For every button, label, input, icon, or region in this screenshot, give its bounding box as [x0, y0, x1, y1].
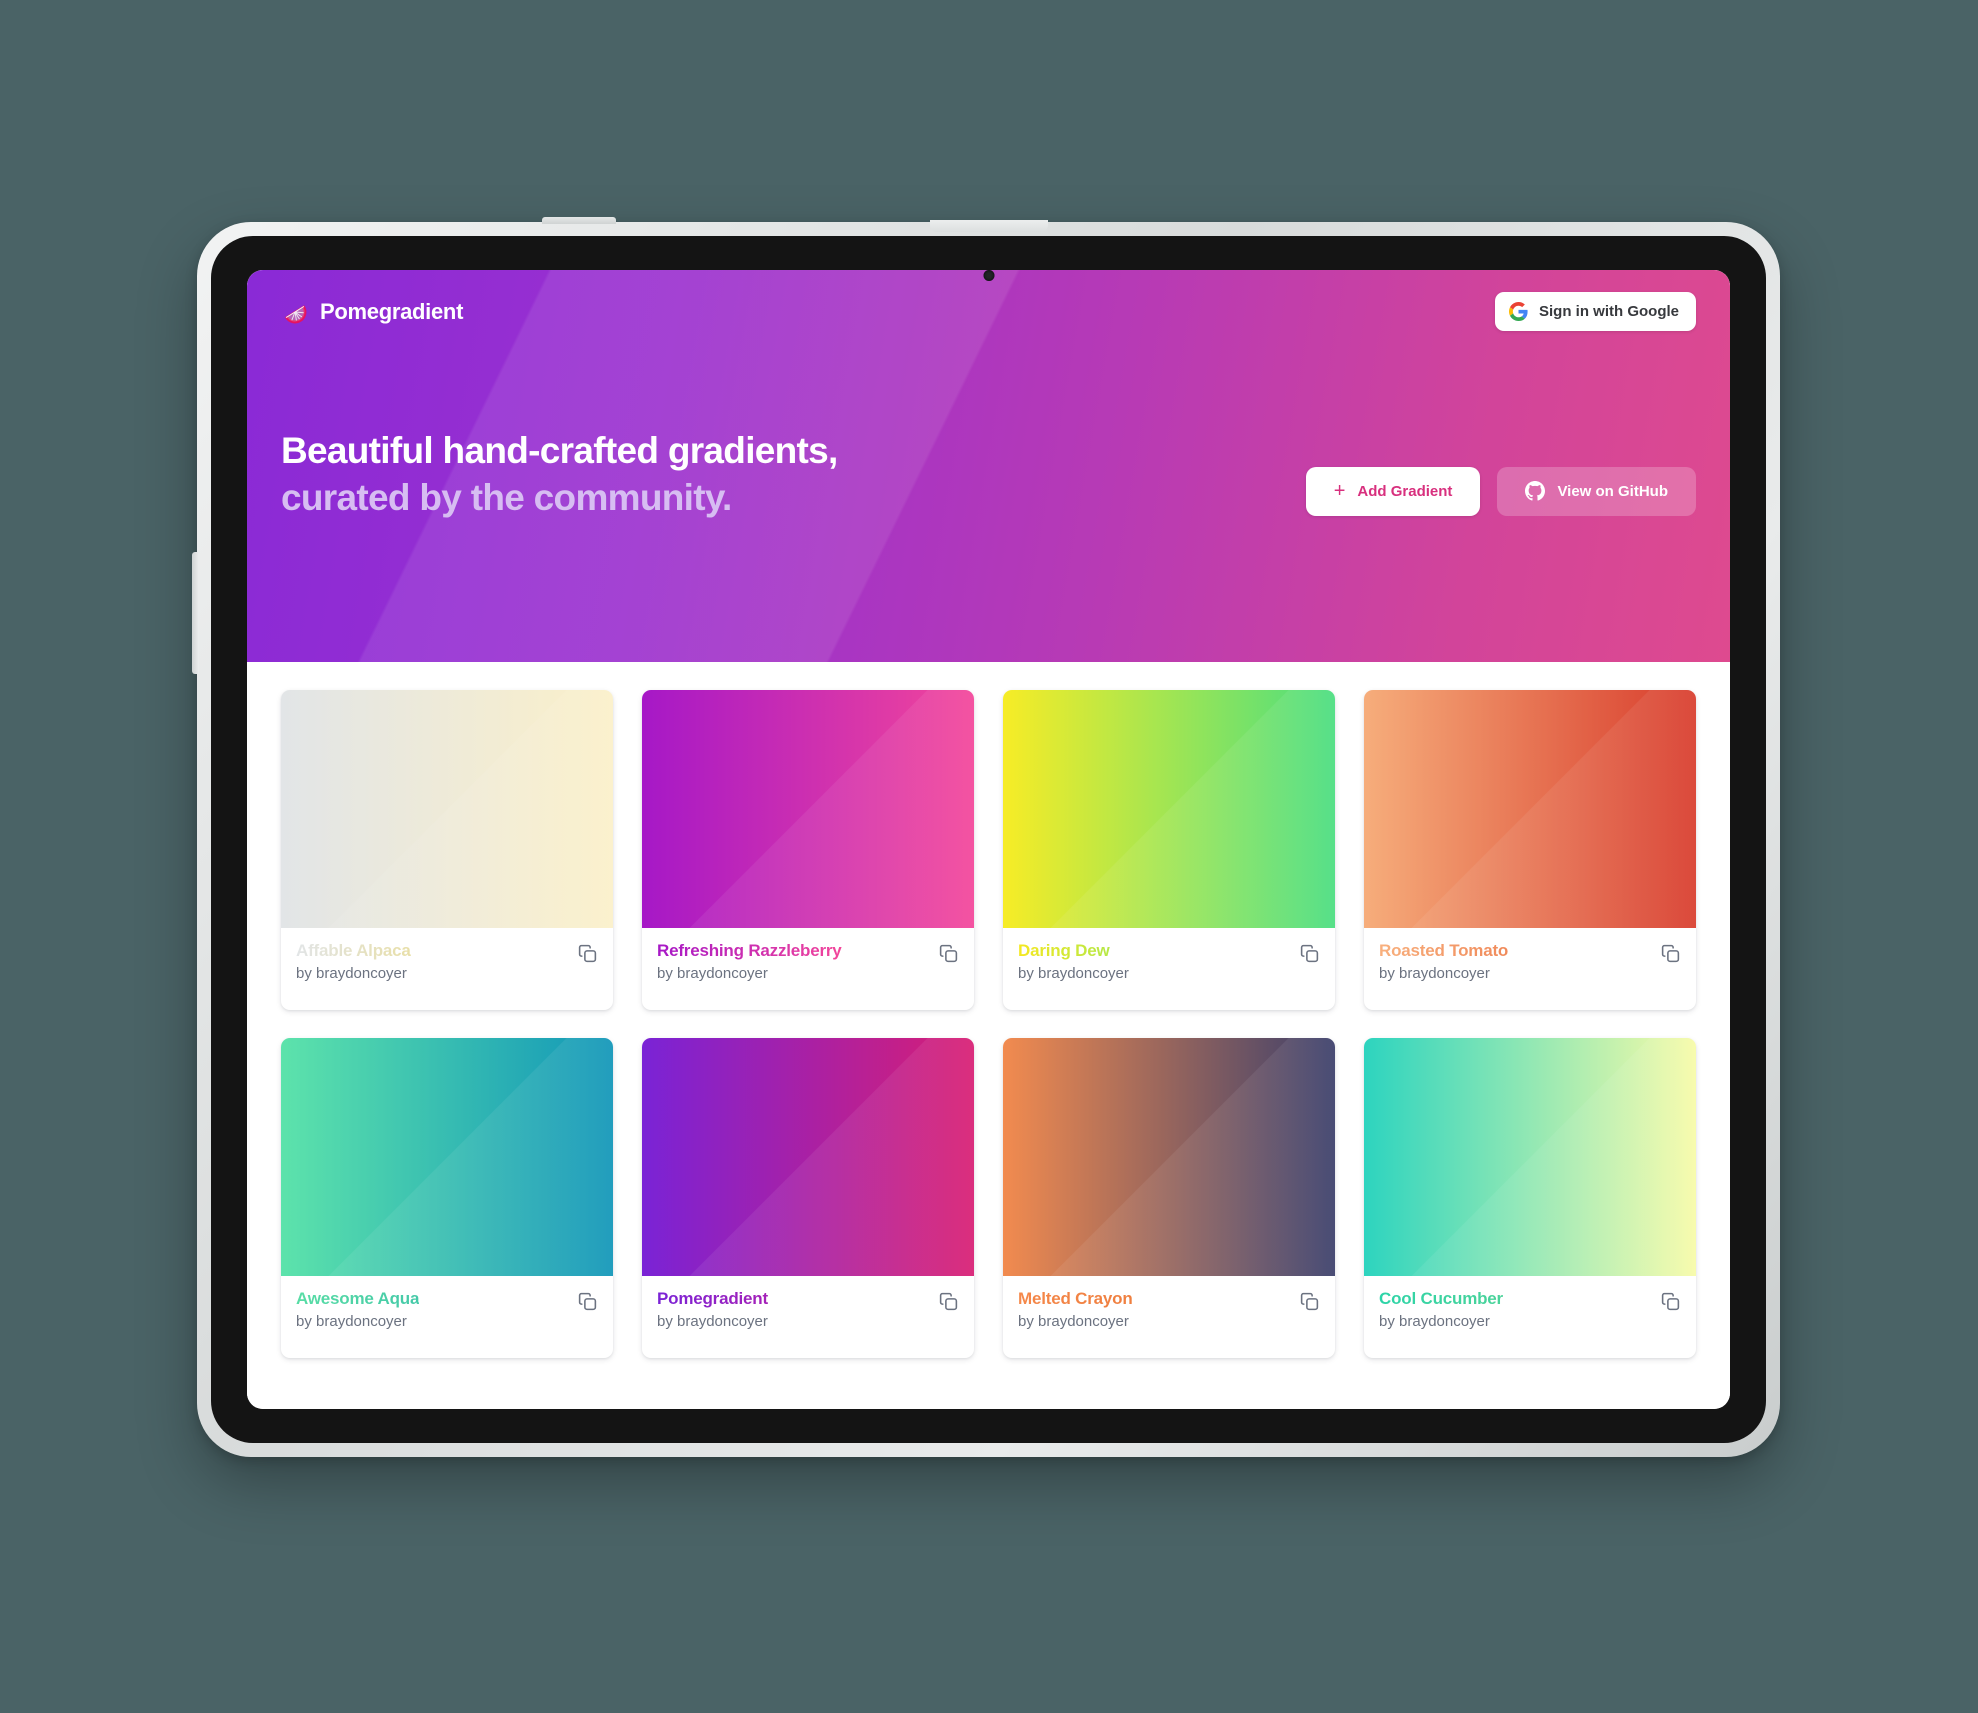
gradient-card[interactable]: Awesome Aqua by braydoncoyer [281, 1038, 613, 1358]
gradient-swatch[interactable] [1003, 690, 1335, 928]
card-meta: Cool Cucumber by braydoncoyer [1364, 1276, 1696, 1358]
hero-action-buttons: + Add Gradient View on GitHub [1305, 466, 1696, 522]
card-title: Pomegradient [657, 1289, 768, 1308]
card-author: by braydoncoyer [1379, 1313, 1490, 1331]
card-title: Affable Alpaca [296, 941, 411, 960]
pomegradient-page: Pomegradient Sign in with Google Beautif… [247, 270, 1730, 1409]
gradient-card[interactable]: Cool Cucumber by braydoncoyer [1364, 1038, 1696, 1358]
card-meta: Affable Alpaca by braydoncoyer [281, 928, 613, 1010]
gradient-swatch[interactable] [1003, 1038, 1335, 1276]
device-power-button[interactable] [542, 217, 616, 224]
tablet-device: Pomegradient Sign in with Google Beautif… [192, 217, 1780, 1457]
swatch-sheen-overlay [1003, 690, 1335, 928]
gradient-swatch[interactable] [1364, 1038, 1696, 1276]
card-title: Refreshing Razzleberry [657, 941, 842, 960]
sign-in-with-google-button[interactable]: Sign in with Google [1495, 292, 1696, 331]
copy-icon[interactable] [938, 943, 959, 964]
gradient-card[interactable]: Roasted Tomato by braydoncoyer [1364, 690, 1696, 1010]
card-text-group: Affable Alpaca by braydoncoyer [296, 941, 411, 982]
device-screen: Pomegradient Sign in with Google Beautif… [247, 270, 1730, 1409]
sign-in-label: Sign in with Google [1539, 303, 1679, 320]
card-text-group: Daring Dew by braydoncoyer [1018, 941, 1129, 982]
device-bezel: Pomegradient Sign in with Google Beautif… [211, 236, 1766, 1443]
add-gradient-button[interactable]: + Add Gradient [1305, 466, 1481, 516]
copy-icon[interactable] [577, 1291, 598, 1312]
card-meta: Refreshing Razzleberry by braydoncoyer [642, 928, 974, 1010]
card-text-group: Refreshing Razzleberry by braydoncoyer [657, 941, 842, 982]
copy-icon[interactable] [938, 1291, 959, 1312]
swatch-sheen-overlay [281, 1038, 613, 1276]
card-meta: Melted Crayon by braydoncoyer [1003, 1276, 1335, 1358]
copy-icon[interactable] [1660, 943, 1681, 964]
card-text-group: Roasted Tomato by braydoncoyer [1379, 941, 1508, 982]
swatch-sheen-overlay [642, 1038, 974, 1276]
google-g-icon [1509, 302, 1528, 321]
front-camera-icon [983, 270, 994, 281]
card-meta: Pomegradient by braydoncoyer [642, 1276, 974, 1358]
card-author: by braydoncoyer [657, 965, 768, 983]
hero-heading: Beautiful hand-crafted gradients, curate… [281, 428, 838, 522]
swatch-sheen-overlay [281, 690, 613, 928]
hero-section: Pomegradient Sign in with Google Beautif… [247, 270, 1730, 662]
card-text-group: Awesome Aqua by braydoncoyer [296, 1289, 419, 1330]
gradient-card[interactable]: Refreshing Razzleberry by braydoncoyer [642, 690, 974, 1010]
card-meta: Awesome Aqua by braydoncoyer [281, 1276, 613, 1358]
github-icon [1525, 481, 1546, 501]
hero-heading-line-2: curated by the community. [281, 476, 732, 518]
swatch-sheen-overlay [642, 690, 974, 928]
card-author: by braydoncoyer [657, 1313, 768, 1331]
hero-body: Beautiful hand-crafted gradients, curate… [247, 428, 1730, 522]
card-author: by braydoncoyer [296, 1313, 407, 1331]
gradient-card[interactable]: Affable Alpaca by braydoncoyer [281, 690, 613, 1010]
gradient-card[interactable]: Pomegradient by braydoncoyer [642, 1038, 974, 1358]
brand-logo-group[interactable]: Pomegradient [281, 298, 463, 326]
card-author: by braydoncoyer [296, 965, 407, 983]
hero-heading-line-1: Beautiful hand-crafted gradients, [281, 430, 838, 471]
card-title: Cool Cucumber [1379, 1289, 1503, 1308]
card-title: Roasted Tomato [1379, 941, 1509, 960]
device-top-notch [929, 220, 1048, 232]
swatch-sheen-overlay [1364, 690, 1696, 928]
card-author: by braydoncoyer [1379, 965, 1490, 983]
gradient-swatch[interactable] [281, 690, 613, 928]
device-volume-button[interactable] [192, 552, 199, 674]
card-title: Awesome Aqua [296, 1289, 420, 1308]
card-author: by braydoncoyer [1018, 965, 1129, 983]
gradient-swatch[interactable] [642, 690, 974, 928]
view-on-github-label: View on GitHub [1557, 482, 1668, 500]
copy-icon[interactable] [1299, 1291, 1320, 1312]
view-on-github-button[interactable]: View on GitHub [1497, 466, 1696, 516]
add-gradient-label: Add Gradient [1357, 482, 1453, 500]
card-text-group: Cool Cucumber by braydoncoyer [1379, 1289, 1503, 1330]
copy-icon[interactable] [577, 943, 598, 964]
swatch-sheen-overlay [1364, 1038, 1696, 1276]
gradient-swatch[interactable] [1364, 690, 1696, 928]
swatch-sheen-overlay [1003, 1038, 1335, 1276]
gradient-swatch[interactable] [281, 1038, 613, 1276]
card-meta: Roasted Tomato by braydoncoyer [1364, 928, 1696, 1010]
card-author: by braydoncoyer [1018, 1313, 1129, 1331]
pomegranate-slice-icon [285, 305, 307, 323]
gradient-card[interactable]: Melted Crayon by braydoncoyer [1003, 1038, 1335, 1358]
card-text-group: Pomegradient by braydoncoyer [657, 1289, 768, 1330]
card-title: Daring Dew [1018, 941, 1129, 961]
card-text-group: Melted Crayon by braydoncoyer [1018, 1289, 1133, 1330]
gradient-grid: Affable Alpaca by braydoncoyer Refreshin… [247, 662, 1730, 1358]
card-meta: Daring Dew by braydoncoyer [1003, 928, 1335, 1010]
gradient-swatch[interactable] [642, 1038, 974, 1276]
plus-icon: + [1333, 480, 1346, 503]
card-title: Melted Crayon [1018, 1289, 1133, 1308]
copy-icon[interactable] [1660, 1291, 1681, 1312]
brand-name: Pomegradient [320, 298, 464, 324]
copy-icon[interactable] [1299, 943, 1320, 964]
gradient-card[interactable]: Daring Dew by braydoncoyer [1003, 690, 1335, 1010]
